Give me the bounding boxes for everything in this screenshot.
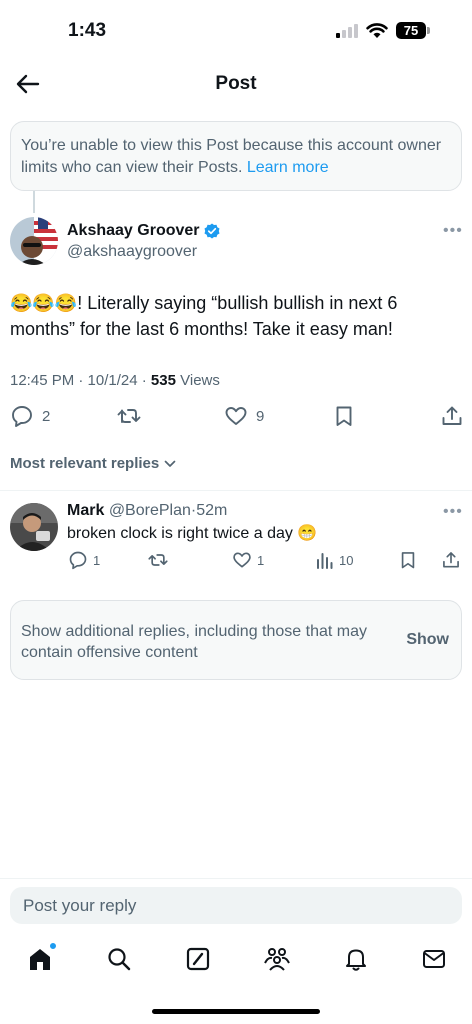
reply-input[interactable]: Post your reply <box>10 887 462 924</box>
reply-icon <box>12 406 32 427</box>
share-icon <box>442 406 462 425</box>
bookmark-icon <box>401 552 415 569</box>
author-avatar[interactable] <box>10 217 58 265</box>
chevron-down-icon <box>164 460 176 467</box>
bell-icon <box>346 949 366 971</box>
post-emojis: 😂😂😂 <box>10 293 78 313</box>
battery-icon: 75 <box>396 22 426 39</box>
like-count: 9 <box>256 407 265 425</box>
tab-grok[interactable] <box>183 944 213 974</box>
author-handle[interactable]: @akshaaygroover <box>67 243 220 261</box>
reply-views-count: 10 <box>339 552 354 568</box>
tab-bar <box>0 940 472 980</box>
reply-author-name[interactable]: Mark <box>67 502 104 519</box>
grok-icon <box>186 947 210 971</box>
additional-replies-text: Show additional replies, including those… <box>21 623 367 661</box>
author-info: Akshaay Groover @akshaaygroover <box>67 222 220 261</box>
learn-more-link[interactable]: Learn more <box>247 159 329 176</box>
cellular-signal-icon <box>336 24 358 38</box>
bookmark-button[interactable] <box>332 404 356 428</box>
show-button[interactable]: Show <box>406 631 449 649</box>
author-name: Akshaay Groover <box>67 222 200 239</box>
reply-header: Mark @BorePlan·52m <box>67 502 227 520</box>
thread-connector <box>33 191 35 213</box>
repost-icon <box>148 554 168 566</box>
share-icon <box>443 552 459 568</box>
bookmark-icon <box>336 406 352 426</box>
notification-dot <box>49 942 57 950</box>
additional-replies-box: Show additional replies, including those… <box>10 600 462 680</box>
reply-more-icon[interactable]: ••• <box>443 503 463 521</box>
views-chart-icon <box>317 553 333 569</box>
composer-divider <box>0 878 472 879</box>
verified-badge-icon <box>204 223 220 239</box>
repost-button[interactable] <box>117 404 141 428</box>
reply-icon <box>69 551 87 570</box>
tab-communities[interactable] <box>262 944 292 974</box>
page-title: Post <box>215 73 257 94</box>
mail-icon <box>423 950 445 968</box>
navigation-bar: Post <box>0 60 472 108</box>
reply-reply-count: 1 <box>93 552 101 568</box>
like-button[interactable]: 9 <box>224 404 264 428</box>
repost-icon <box>117 409 141 423</box>
author-name-row[interactable]: Akshaay Groover <box>67 222 220 240</box>
tab-notifications[interactable] <box>341 944 371 974</box>
heart-icon <box>225 407 247 425</box>
reply-share-button[interactable] <box>441 550 461 570</box>
notice-text: You’re unable to view this Post because … <box>21 137 442 176</box>
reply-time: 52m <box>196 502 228 519</box>
reply-like-count: 1 <box>257 552 265 568</box>
search-icon <box>108 948 131 971</box>
battery-tip <box>427 27 430 34</box>
post-text: 😂😂😂! Literally saying “bullish bullish i… <box>10 290 460 342</box>
heart-icon <box>233 552 251 568</box>
home-indicator[interactable] <box>152 1009 320 1014</box>
home-icon <box>30 949 50 970</box>
reply-bookmark-button[interactable] <box>398 550 418 570</box>
reply-body: broken clock is right twice a day <box>67 525 293 542</box>
tab-search[interactable] <box>104 944 134 974</box>
reply-views-button[interactable]: 10 <box>316 550 353 570</box>
wifi-icon <box>366 23 388 38</box>
reply-reply-button[interactable]: 1 <box>68 550 100 570</box>
reply-text: broken clock is right twice a day 😁 <box>67 523 317 545</box>
tab-messages[interactable] <box>419 944 449 974</box>
post-metadata: 12:45 PM · 10/1/24 · 535 Views <box>10 372 220 389</box>
reply-actions: 1 1 10 <box>0 550 472 574</box>
reply-emoji: 😁 <box>297 525 318 542</box>
post-timestamp: 12:45 PM · 10/1/24 · <box>10 372 147 389</box>
reply-author-avatar[interactable] <box>10 503 58 551</box>
post-more-icon[interactable]: ••• <box>443 222 463 240</box>
communities-icon <box>264 948 290 971</box>
share-button[interactable] <box>440 404 464 428</box>
post-actions: 2 9 <box>0 404 472 434</box>
reply-author-handle[interactable]: @BorePlan <box>109 502 191 519</box>
reply-count: 2 <box>42 407 51 425</box>
restricted-post-notice: You’re unable to view this Post because … <box>10 121 462 191</box>
views-label: Views <box>180 372 220 389</box>
tab-home[interactable] <box>25 942 57 974</box>
divider <box>0 490 472 491</box>
reply-repost-button[interactable] <box>148 550 168 570</box>
reply-like-button[interactable]: 1 <box>232 550 264 570</box>
views-count: 535 <box>150 372 176 389</box>
replies-sort-label: Most relevant replies <box>10 455 160 472</box>
status-bar: 1:43 75 <box>0 0 472 60</box>
status-time: 1:43 <box>68 20 107 41</box>
replies-sort-dropdown[interactable]: Most relevant replies <box>10 455 177 472</box>
reply-button[interactable]: 2 <box>10 404 50 428</box>
